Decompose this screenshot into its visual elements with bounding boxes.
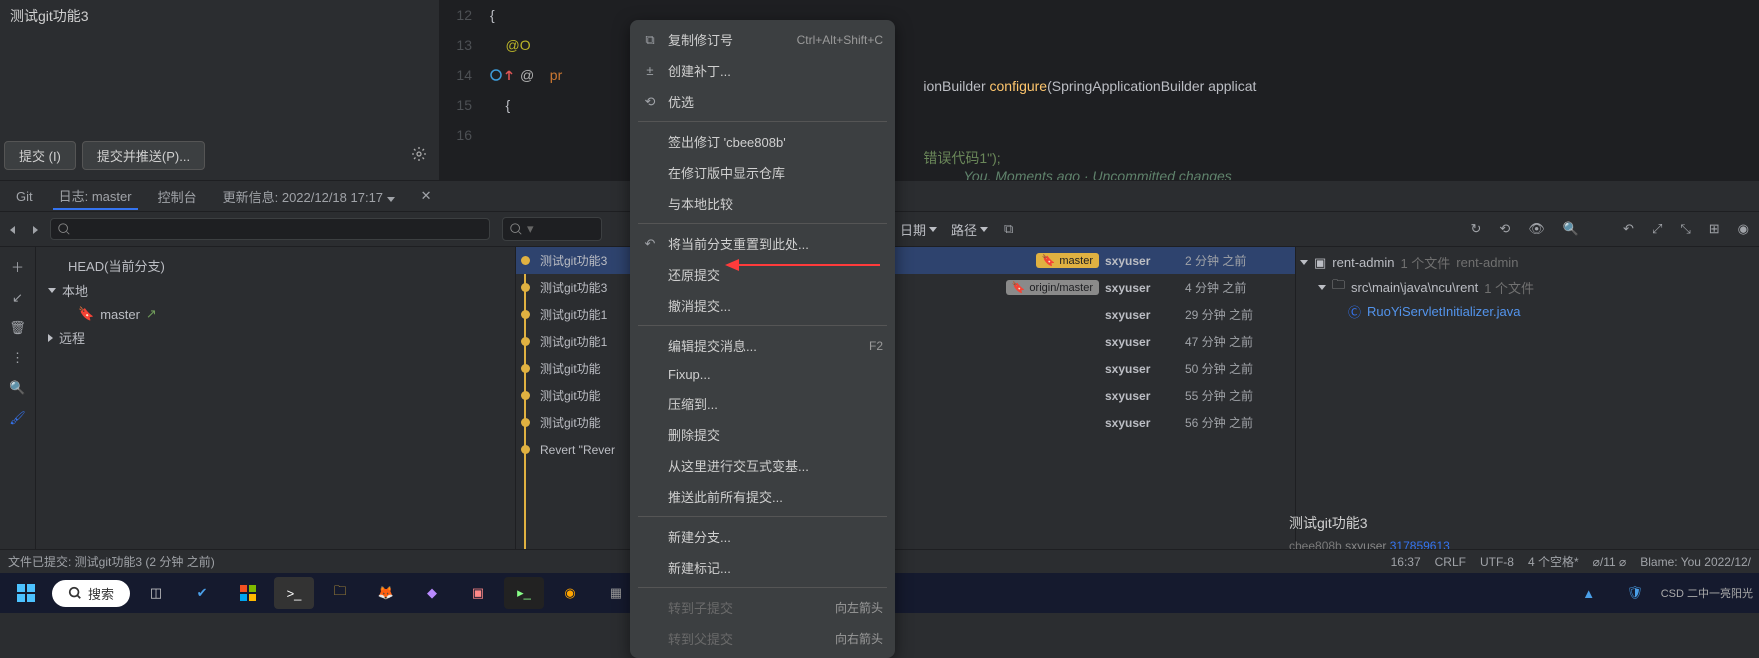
menu-squash[interactable]: 压缩到... [630,388,895,419]
todo-icon[interactable]: ✔ [182,577,222,609]
checkout-icon[interactable]: ↙ [6,286,29,310]
chevron-left-icon[interactable] [4,218,21,241]
close-icon[interactable]: ✕ [415,184,438,208]
details-file[interactable]: Ⓒ RuoYiServletInitializer.java [1300,300,1755,323]
branch-remote-group[interactable]: 远程 [46,325,505,350]
browser-icon[interactable]: ◉ [550,577,590,609]
filter-path[interactable]: 路径 [947,218,992,241]
branch-search-input[interactable] [50,218,490,240]
bookmark-icon: 🔖 [78,306,94,322]
copy-icon: ⧉ [642,32,658,48]
status-indent[interactable]: 4 个空格* [1528,553,1579,570]
patch-icon: ± [642,63,658,78]
vm-icon[interactable]: ▣ [458,577,498,609]
eye-icon[interactable]: 👁 [1522,217,1551,241]
start-button[interactable] [6,577,46,609]
tray-text[interactable]: CSD 二中一亮阳光 [1661,577,1753,609]
refresh-icon[interactable]: ↻ [1465,217,1488,241]
tray-shield-icon[interactable]: 🛡 [1615,577,1655,609]
menu-reset[interactable]: ↶将当前分支重置到此处... [630,228,895,259]
terminal-icon[interactable]: >_ [274,577,314,609]
branch-tag-master: 🔖 master [1036,253,1099,268]
menu-to-child: 转到子提交向左箭头 [630,592,895,623]
commit-summary: 测试git功能3 cbee808b sxyuser 317859613 [1289,513,1739,553]
tab-log[interactable]: 日志: master [53,183,138,210]
cherry-icon: ⟲ [642,94,658,110]
class-icon: Ⓒ [1348,302,1361,321]
delete-icon[interactable]: 🗑 [3,316,32,340]
commit-message-text[interactable]: 测试git功能3 [4,4,435,28]
status-crlf[interactable]: CRLF [1435,555,1466,569]
status-left: 文件已提交: 测试git功能3 (2 分钟 之前) [8,553,215,570]
tab-console[interactable]: 控制台 [152,184,203,209]
tab-news[interactable]: 更新信息: 2022/12/18 17:17 [217,184,401,209]
menu-drop[interactable]: 删除提交 [630,419,895,450]
tab-git[interactable]: Git [10,186,39,207]
filter-date[interactable]: 日期 [896,218,941,241]
menu-fixup[interactable]: Fixup... [630,361,895,388]
tray-icon[interactable]: ▲ [1569,577,1609,609]
menu-compare-local[interactable]: 与本地比较 [630,188,895,219]
chevron-right-icon[interactable] [27,218,44,241]
find-icon[interactable]: 🔍 [3,376,31,400]
revert-icon[interactable]: ↶ [1617,217,1640,241]
more-icon[interactable]: ⋮ [5,346,30,370]
add-icon[interactable]: ＋ [5,253,30,280]
menu-copy-revision[interactable]: ⧉复制修订号Ctrl+Alt+Shift+C [630,24,895,55]
branch-local-group[interactable]: 本地 [46,278,505,303]
status-pos[interactable]: ⌀/11 ⌀ [1593,555,1627,569]
details-path[interactable]: 🗀 src\main\java\ncu\rent 1 个文件 [1300,274,1755,300]
branch-head[interactable]: HEAD(当前分支) [46,253,505,278]
menu-show-repo[interactable]: 在修订版中显示仓库 [630,157,895,188]
branch-tree: HEAD(当前分支) 本地 🔖 master ↗ 远程 [36,247,516,573]
menu-edit-message[interactable]: 编辑提交消息...F2 [630,330,895,361]
menu-cherry-pick[interactable]: ⟲优选 [630,86,895,117]
menu-checkout-revision[interactable]: 签出修订 'cbee808b' [630,126,895,157]
module-icon: ▣ [1314,255,1326,271]
commit-context-menu: ⧉复制修订号Ctrl+Alt+Shift+C ±创建补丁... ⟲优选 签出修订… [630,20,895,658]
app-icon[interactable]: ◆ [412,577,452,609]
folder-icon: 🗀 [1332,276,1345,298]
details-root[interactable]: ▣ rent-admin 1 个文件 rent-admin [1300,251,1755,274]
commit-search-input[interactable]: ▾ [502,217,602,241]
firefox-icon[interactable]: 🦊 [366,577,406,609]
shell-icon[interactable]: ▸_ [504,577,544,609]
menu-revert[interactable]: 还原提交 [630,259,895,290]
cherry-pick-icon[interactable]: ⟲ [1493,217,1516,241]
menu-undo-commit[interactable]: 撤消提交... [630,290,895,321]
open-new-tab-icon[interactable]: ⧉ [998,217,1019,241]
gear-icon[interactable] [403,142,435,169]
group-icon[interactable]: ⊞ [1703,217,1726,241]
status-blame[interactable]: Blame: You 2022/12/ [1640,555,1751,569]
external-link-icon: ↗ [146,306,157,322]
menu-interactive-rebase[interactable]: 从这里进行交互式变基... [630,450,895,481]
expand-icon[interactable]: ⤢ [1646,217,1668,241]
menu-push-prior[interactable]: 推送此前所有提交... [630,481,895,512]
menu-to-parent: 转到父提交向右箭头 [630,623,895,654]
status-encoding[interactable]: UTF-8 [1480,555,1514,569]
gutter-run-icon[interactable] [490,69,520,81]
menu-new-branch[interactable]: 新建分支... [630,521,895,552]
taskbar-search[interactable]: 搜索 [52,580,130,607]
preview-icon[interactable]: ◉ [1732,217,1755,241]
brush-icon[interactable]: 🖌 [3,406,32,430]
branch-tag-origin: 🔖 origin/master [1006,280,1099,295]
collapse-icon[interactable]: ⤡ [1674,217,1696,241]
undo-icon: ↶ [642,236,658,252]
commit-message-panel: 测试git功能3 提交 (I) 提交并推送(P)... [0,0,440,180]
menu-new-tag[interactable]: 新建标记... [630,552,895,583]
commit-button[interactable]: 提交 (I) [4,141,76,170]
status-time[interactable]: 16:37 [1391,555,1421,569]
explorer-icon[interactable]: 🗀 [320,577,360,609]
task-view-icon[interactable]: ◫ [136,577,176,609]
branch-master[interactable]: 🔖 master ↗ [46,303,505,325]
menu-create-patch[interactable]: ±创建补丁... [630,55,895,86]
commit-and-push-button[interactable]: 提交并推送(P)... [82,141,205,170]
store-icon[interactable] [228,577,268,609]
search-icon[interactable]: 🔍 [1557,217,1585,241]
